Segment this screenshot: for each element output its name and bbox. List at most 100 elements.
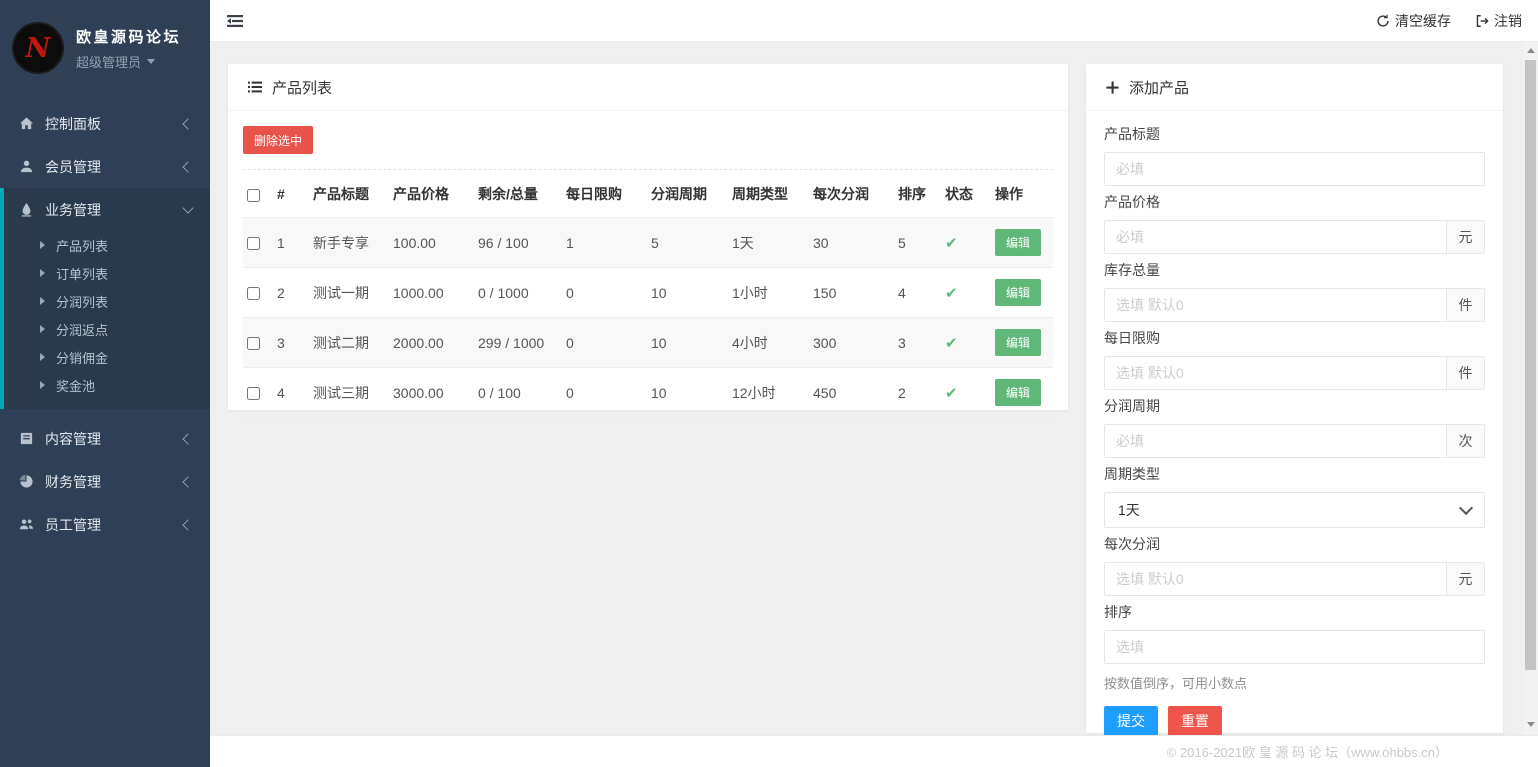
- scrollbar-down-arrow[interactable]: [1527, 722, 1535, 727]
- col-header-actions: 操作: [991, 170, 1053, 218]
- sidebar-subitem-order-list[interactable]: 订单列表: [4, 259, 210, 287]
- sidebar-item-staff[interactable]: 员工管理: [0, 503, 210, 546]
- logout-icon: [1475, 14, 1489, 28]
- field-label-stock: 库存总量: [1104, 260, 1485, 280]
- logout-button[interactable]: 注销: [1475, 11, 1522, 31]
- sort-input[interactable]: [1105, 631, 1484, 663]
- stock-total-input[interactable]: [1105, 289, 1446, 321]
- sidebar-item-members[interactable]: 会员管理: [0, 145, 210, 188]
- vertical-scrollbar[interactable]: [1523, 42, 1538, 735]
- user-role-label: 超级管理员: [76, 52, 141, 71]
- refresh-icon: [1376, 14, 1390, 28]
- chevron-left-icon: [182, 519, 193, 530]
- subitem-label: 订单列表: [56, 264, 108, 283]
- sidebar-item-content[interactable]: 内容管理: [0, 417, 210, 460]
- staff-icon: [18, 517, 34, 533]
- scrollbar-thumb[interactable]: [1525, 60, 1536, 670]
- cycle-type-selected-value: 1天: [1118, 500, 1140, 520]
- row-checkbox[interactable]: [247, 337, 260, 350]
- topbar: 清空缓存 注销: [210, 0, 1538, 42]
- product-price-input[interactable]: [1105, 221, 1446, 253]
- sidebar-item-finance[interactable]: 财务管理: [0, 460, 210, 503]
- col-header-price: 产品价格: [389, 170, 474, 218]
- brand-logo: N: [12, 22, 64, 74]
- col-header-per-profit: 每次分润: [809, 170, 894, 218]
- sidebar-item-label: 控制面板: [45, 114, 101, 134]
- unit-addon-jian: 件: [1446, 289, 1484, 321]
- chevron-down-icon: [182, 202, 193, 213]
- field-label-title: 产品标题: [1104, 124, 1485, 144]
- unit-addon-jian: 件: [1446, 357, 1484, 389]
- clear-cache-label: 清空缓存: [1395, 11, 1451, 31]
- triangle-right-icon: [40, 381, 45, 389]
- sidebar-item-dashboard[interactable]: 控制面板: [0, 102, 210, 145]
- table-row: 3 测试二期 2000.00 299 / 1000 0 10 4小时 300 3…: [243, 318, 1053, 368]
- copyright-text: © 2016-2021欧 皇 源 码 论 坛（www.ohbbs.cn）: [1167, 742, 1448, 761]
- triangle-right-icon: [40, 241, 45, 249]
- sort-hint-text: 按数值倒序，可用小数点: [1104, 673, 1485, 692]
- product-list-card: 产品列表 删除选中 # 产品标题 产品价格 剩余/总量: [228, 64, 1068, 410]
- col-header-cycle-type: 周期类型: [728, 170, 809, 218]
- profit-cycle-input[interactable]: [1105, 425, 1446, 457]
- status-enabled-check-icon: ✔: [945, 285, 958, 302]
- user-role-dropdown[interactable]: 超级管理员: [76, 52, 181, 71]
- cycle-type-select[interactable]: 1天: [1104, 492, 1485, 528]
- triangle-right-icon: [40, 269, 45, 277]
- pie-chart-icon: [18, 474, 34, 490]
- daily-limit-input[interactable]: [1105, 357, 1446, 389]
- list-icon: [247, 79, 263, 95]
- submit-button[interactable]: 提交: [1104, 706, 1158, 736]
- sidebar-menu: 控制面板 会员管理 业务管理 产品列表: [0, 102, 210, 546]
- reset-button[interactable]: 重置: [1168, 706, 1222, 736]
- unit-addon-yuan: 元: [1446, 563, 1484, 595]
- table-row: 4 测试三期 3000.00 0 / 100 0 10 12小时 450 2 ✔…: [243, 368, 1053, 418]
- sidebar-group-business: 业务管理 产品列表 订单列表 分润列表 分润返点 分销佣金: [0, 188, 210, 409]
- field-label-price: 产品价格: [1104, 192, 1485, 212]
- sidebar-subitem-profit-rebate[interactable]: 分润返点: [4, 315, 210, 343]
- sidebar-item-label: 会员管理: [45, 157, 101, 177]
- status-enabled-check-icon: ✔: [945, 385, 958, 402]
- product-title-input[interactable]: [1105, 153, 1484, 185]
- main-content: 产品列表 删除选中 # 产品标题 产品价格 剩余/总量: [210, 42, 1538, 735]
- footer: © 2016-2021欧 皇 源 码 论 坛（www.ohbbs.cn）: [210, 735, 1538, 767]
- col-header-cycle: 分润周期: [647, 170, 728, 218]
- sidebar-subitem-commission[interactable]: 分销佣金: [4, 343, 210, 371]
- delete-selected-button[interactable]: 删除选中: [243, 126, 313, 154]
- chevron-left-icon: [182, 476, 193, 487]
- table-row: 1 新手专享 100.00 96 / 100 1 5 1天 30 5 ✔ 编辑: [243, 218, 1053, 268]
- subitem-label: 分润列表: [56, 292, 108, 311]
- scrollbar-up-arrow[interactable]: [1527, 48, 1535, 53]
- field-label-per-profit: 每次分润: [1104, 534, 1485, 554]
- chevron-down-icon: [1459, 501, 1473, 515]
- collapse-sidebar-icon[interactable]: [226, 13, 244, 29]
- sidebar-subitem-profit-list[interactable]: 分润列表: [4, 287, 210, 315]
- chevron-left-icon: [182, 161, 193, 172]
- row-checkbox[interactable]: [247, 287, 260, 300]
- logout-label: 注销: [1494, 11, 1522, 31]
- status-enabled-check-icon: ✔: [945, 235, 958, 252]
- edit-button[interactable]: 编辑: [995, 379, 1041, 406]
- add-product-card-header: 添加产品: [1086, 64, 1503, 111]
- col-header-index: #: [273, 170, 309, 218]
- chevron-left-icon: [182, 118, 193, 129]
- sidebar-item-label: 业务管理: [45, 200, 101, 220]
- plus-icon: [1105, 80, 1120, 95]
- clear-cache-button[interactable]: 清空缓存: [1376, 11, 1451, 31]
- col-header-title: 产品标题: [309, 170, 389, 218]
- sidebar-subitem-product-list[interactable]: 产品列表: [4, 231, 210, 259]
- sidebar-subitem-bonus-pool[interactable]: 奖金池: [4, 371, 210, 399]
- col-header-status: 状态: [941, 170, 991, 218]
- row-checkbox[interactable]: [247, 237, 260, 250]
- row-checkbox[interactable]: [247, 387, 260, 400]
- per-profit-input[interactable]: [1105, 563, 1446, 595]
- select-all-checkbox[interactable]: [247, 189, 260, 202]
- col-header-stock: 剩余/总量: [474, 170, 562, 218]
- ink-drop-icon: [18, 202, 34, 218]
- sidebar-item-label: 财务管理: [45, 472, 101, 492]
- add-product-card: 添加产品 产品标题 产品价格 元 库存总量 件: [1086, 64, 1503, 733]
- subitem-label: 产品列表: [56, 236, 108, 255]
- edit-button[interactable]: 编辑: [995, 329, 1041, 356]
- edit-button[interactable]: 编辑: [995, 279, 1041, 306]
- sidebar-item-business[interactable]: 业务管理: [4, 188, 210, 231]
- edit-button[interactable]: 编辑: [995, 229, 1041, 256]
